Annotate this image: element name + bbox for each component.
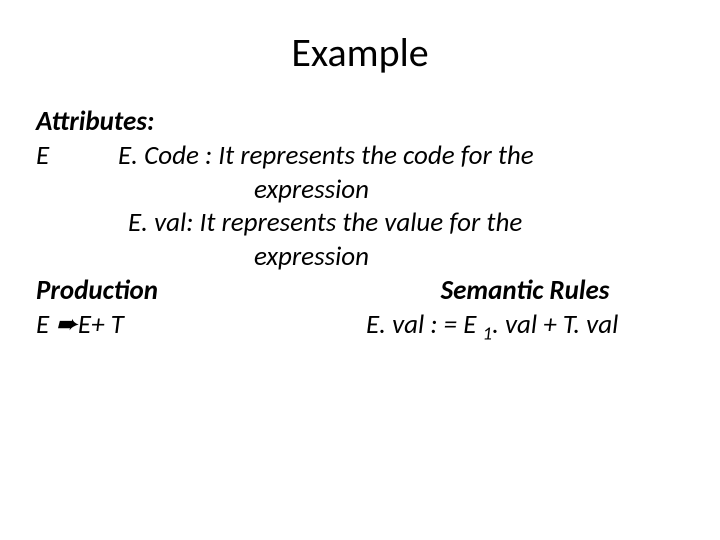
prod-e1: E (36, 308, 55, 341)
arrow-icon: ➨ (55, 309, 78, 339)
attr-val-line1: E. val: It represents the value for the (36, 206, 684, 240)
attr-code-line2: expression (36, 173, 684, 207)
slide-body: Attributes: EE. Code : It represents the… (36, 105, 684, 346)
semantic-rules-heading: Semantic Rules (366, 274, 684, 308)
rule-part2: . val + T. val (492, 308, 618, 341)
headings-row: Production Semantic Rules (36, 274, 684, 308)
attr-row-1: EE. Code : It represents the code for th… (36, 139, 684, 173)
attr-val-line2: expression (36, 240, 684, 274)
production-lhs: E ➨E+ T (36, 308, 366, 346)
production-heading: Production (36, 274, 366, 308)
attributes-heading: Attributes: (36, 105, 684, 139)
rule-row: E ➨E+ T E. val : = E 1. val + T. val (36, 308, 684, 346)
rule-subscript: 1 (483, 322, 493, 345)
attr-code-line1: E. Code : It represents the code for the (118, 139, 534, 172)
semantic-rule: E. val : = E 1. val + T. val (366, 308, 684, 346)
rule-part1: E. val : = E (366, 308, 483, 341)
prod-rest: E+ T (78, 308, 124, 341)
symbol-E: E (36, 139, 118, 173)
slide-title: Example (36, 28, 684, 77)
